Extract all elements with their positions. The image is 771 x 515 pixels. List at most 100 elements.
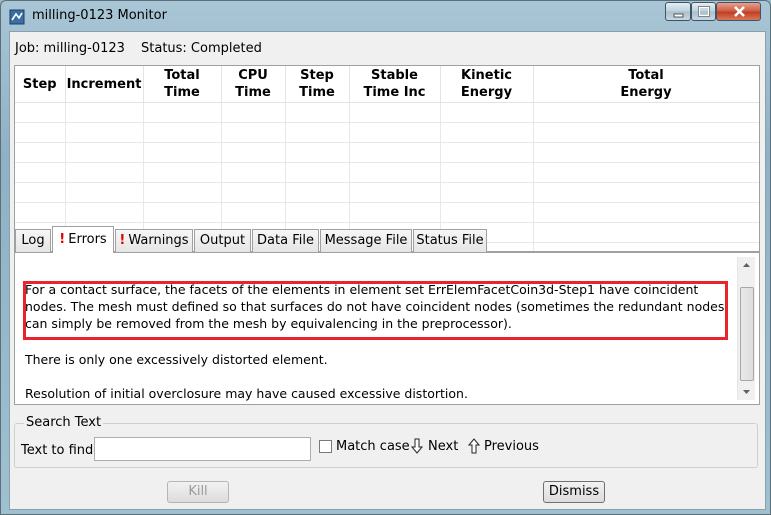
maximize-icon: [698, 6, 710, 17]
column-header-kinetic-energy[interactable]: Kinetic Energy: [440, 66, 534, 103]
search-text-group: Search Text Text to find: Match case Nex…: [14, 415, 760, 468]
table-cell: [533, 142, 759, 163]
tab-label: Warnings: [128, 233, 189, 248]
table-cell: [440, 202, 534, 223]
previous-label: Previous: [484, 439, 539, 454]
search-group-title: Search Text: [24, 415, 104, 430]
table-cell: [440, 162, 534, 183]
app-icon: [9, 9, 25, 25]
table-cell: [221, 182, 286, 203]
tab-label: Message File: [324, 233, 408, 248]
minimize-icon: [673, 13, 684, 18]
vertical-scrollbar[interactable]: [737, 257, 755, 400]
scroll-up-icon[interactable]: [738, 257, 755, 274]
title-bar[interactable]: milling-0123 Monitor: [1, 1, 770, 31]
job-name: Job: milling-0123: [15, 41, 125, 56]
kill-button[interactable]: Kill: [167, 481, 229, 503]
table-cell: [143, 202, 222, 223]
progress-table[interactable]: Step Increment Total Time CPU Time Step Time Sta…: [14, 65, 760, 252]
tab-label: Data File: [257, 233, 314, 248]
table-cell: [15, 122, 66, 143]
alert-icon: !: [59, 232, 66, 247]
column-header-increment[interactable]: Increment: [65, 66, 144, 103]
table-cell: [65, 202, 144, 223]
arrow-up-icon: [468, 438, 480, 454]
table-cell: [349, 102, 441, 123]
errors-panel: For a contact surface, the facets of the…: [14, 252, 760, 405]
table-cell: [15, 102, 66, 123]
table-cell: [440, 142, 534, 163]
dismiss-button[interactable]: Dismiss: [543, 481, 605, 503]
match-case-label[interactable]: Match case: [336, 439, 410, 454]
table-cell: [285, 142, 350, 163]
match-case-checkbox[interactable]: [319, 440, 332, 453]
table-cell: [533, 122, 759, 143]
table-cell: [349, 202, 441, 223]
scroll-down-icon[interactable]: [738, 383, 755, 400]
column-header-stable-time-inc[interactable]: Stable Time Inc: [349, 66, 441, 103]
table-cell: [65, 182, 144, 203]
tab-message-file[interactable]: Message File: [320, 229, 412, 252]
column-header-total-time[interactable]: Total Time: [143, 66, 222, 103]
tab-label: Errors: [68, 232, 107, 247]
table-cell: [533, 162, 759, 183]
window-title: milling-0123 Monitor: [32, 8, 167, 23]
error-message-distorted-element: There is only one excessively distorted …: [25, 352, 328, 367]
table-cell: [533, 202, 759, 223]
table-cell: [221, 142, 286, 163]
arrow-down-icon: [411, 438, 423, 454]
table-cell: [221, 202, 286, 223]
table-cell: [285, 102, 350, 123]
tab-label: Status File: [416, 233, 484, 248]
table-row: [15, 102, 759, 123]
table-cell: [285, 202, 350, 223]
column-header-step[interactable]: Step: [15, 66, 66, 103]
table-cell: [143, 162, 222, 183]
maximize-button[interactable]: [691, 2, 716, 21]
tab-status-file[interactable]: Status File: [413, 229, 487, 252]
table-cell: [533, 102, 759, 123]
next-label: Next: [428, 439, 459, 454]
monitor-window: milling-0123 Monitor Job: milling-0123 S…: [0, 0, 771, 515]
tab-label: Log: [21, 233, 45, 248]
table-cell: [143, 122, 222, 143]
message-area[interactable]: For a contact surface, the facets of the…: [19, 257, 735, 401]
table-cell: [440, 102, 534, 123]
table-cell: [533, 182, 759, 203]
tab-output[interactable]: Output: [194, 229, 251, 252]
table-cell: [349, 162, 441, 183]
table-cell: [15, 182, 66, 203]
table-cell: [143, 142, 222, 163]
tab-warnings[interactable]: ! Warnings: [115, 229, 193, 252]
table-cell: [15, 202, 66, 223]
table-row: [15, 202, 759, 223]
table-cell: [65, 162, 144, 183]
alert-icon: !: [119, 233, 126, 248]
close-button[interactable]: [716, 2, 761, 21]
scroll-thumb[interactable]: [740, 287, 754, 381]
column-header-step-time[interactable]: Step Time: [285, 66, 350, 103]
tab-label: Output: [199, 233, 246, 248]
table-cell: [65, 142, 144, 163]
find-input[interactable]: [94, 437, 311, 461]
tab-log[interactable]: Log: [15, 229, 51, 252]
client-area: Job: milling-0123 Status: Completed Step…: [9, 31, 766, 510]
minimize-button[interactable]: [665, 2, 691, 21]
table-header-row: Step Increment Total Time CPU Time Step Time Sta…: [15, 66, 759, 103]
table-cell: [533, 222, 759, 243]
column-header-total-energy[interactable]: Total Energy: [533, 66, 759, 103]
table-cell: [440, 182, 534, 203]
table-cell: [15, 142, 66, 163]
red-highlight-box: [23, 281, 728, 340]
table-cell: [440, 122, 534, 143]
table-cell: [15, 162, 66, 183]
column-header-cpu-time[interactable]: CPU Time: [221, 66, 286, 103]
table-cell: [143, 102, 222, 123]
table-row: [15, 162, 759, 183]
find-label: Text to find:: [21, 443, 98, 458]
tab-data-file[interactable]: Data File: [252, 229, 319, 252]
tab-errors[interactable]: ! Errors: [52, 226, 114, 253]
close-icon: [734, 6, 745, 17]
table-cell: [65, 102, 144, 123]
table-cell: [143, 182, 222, 203]
